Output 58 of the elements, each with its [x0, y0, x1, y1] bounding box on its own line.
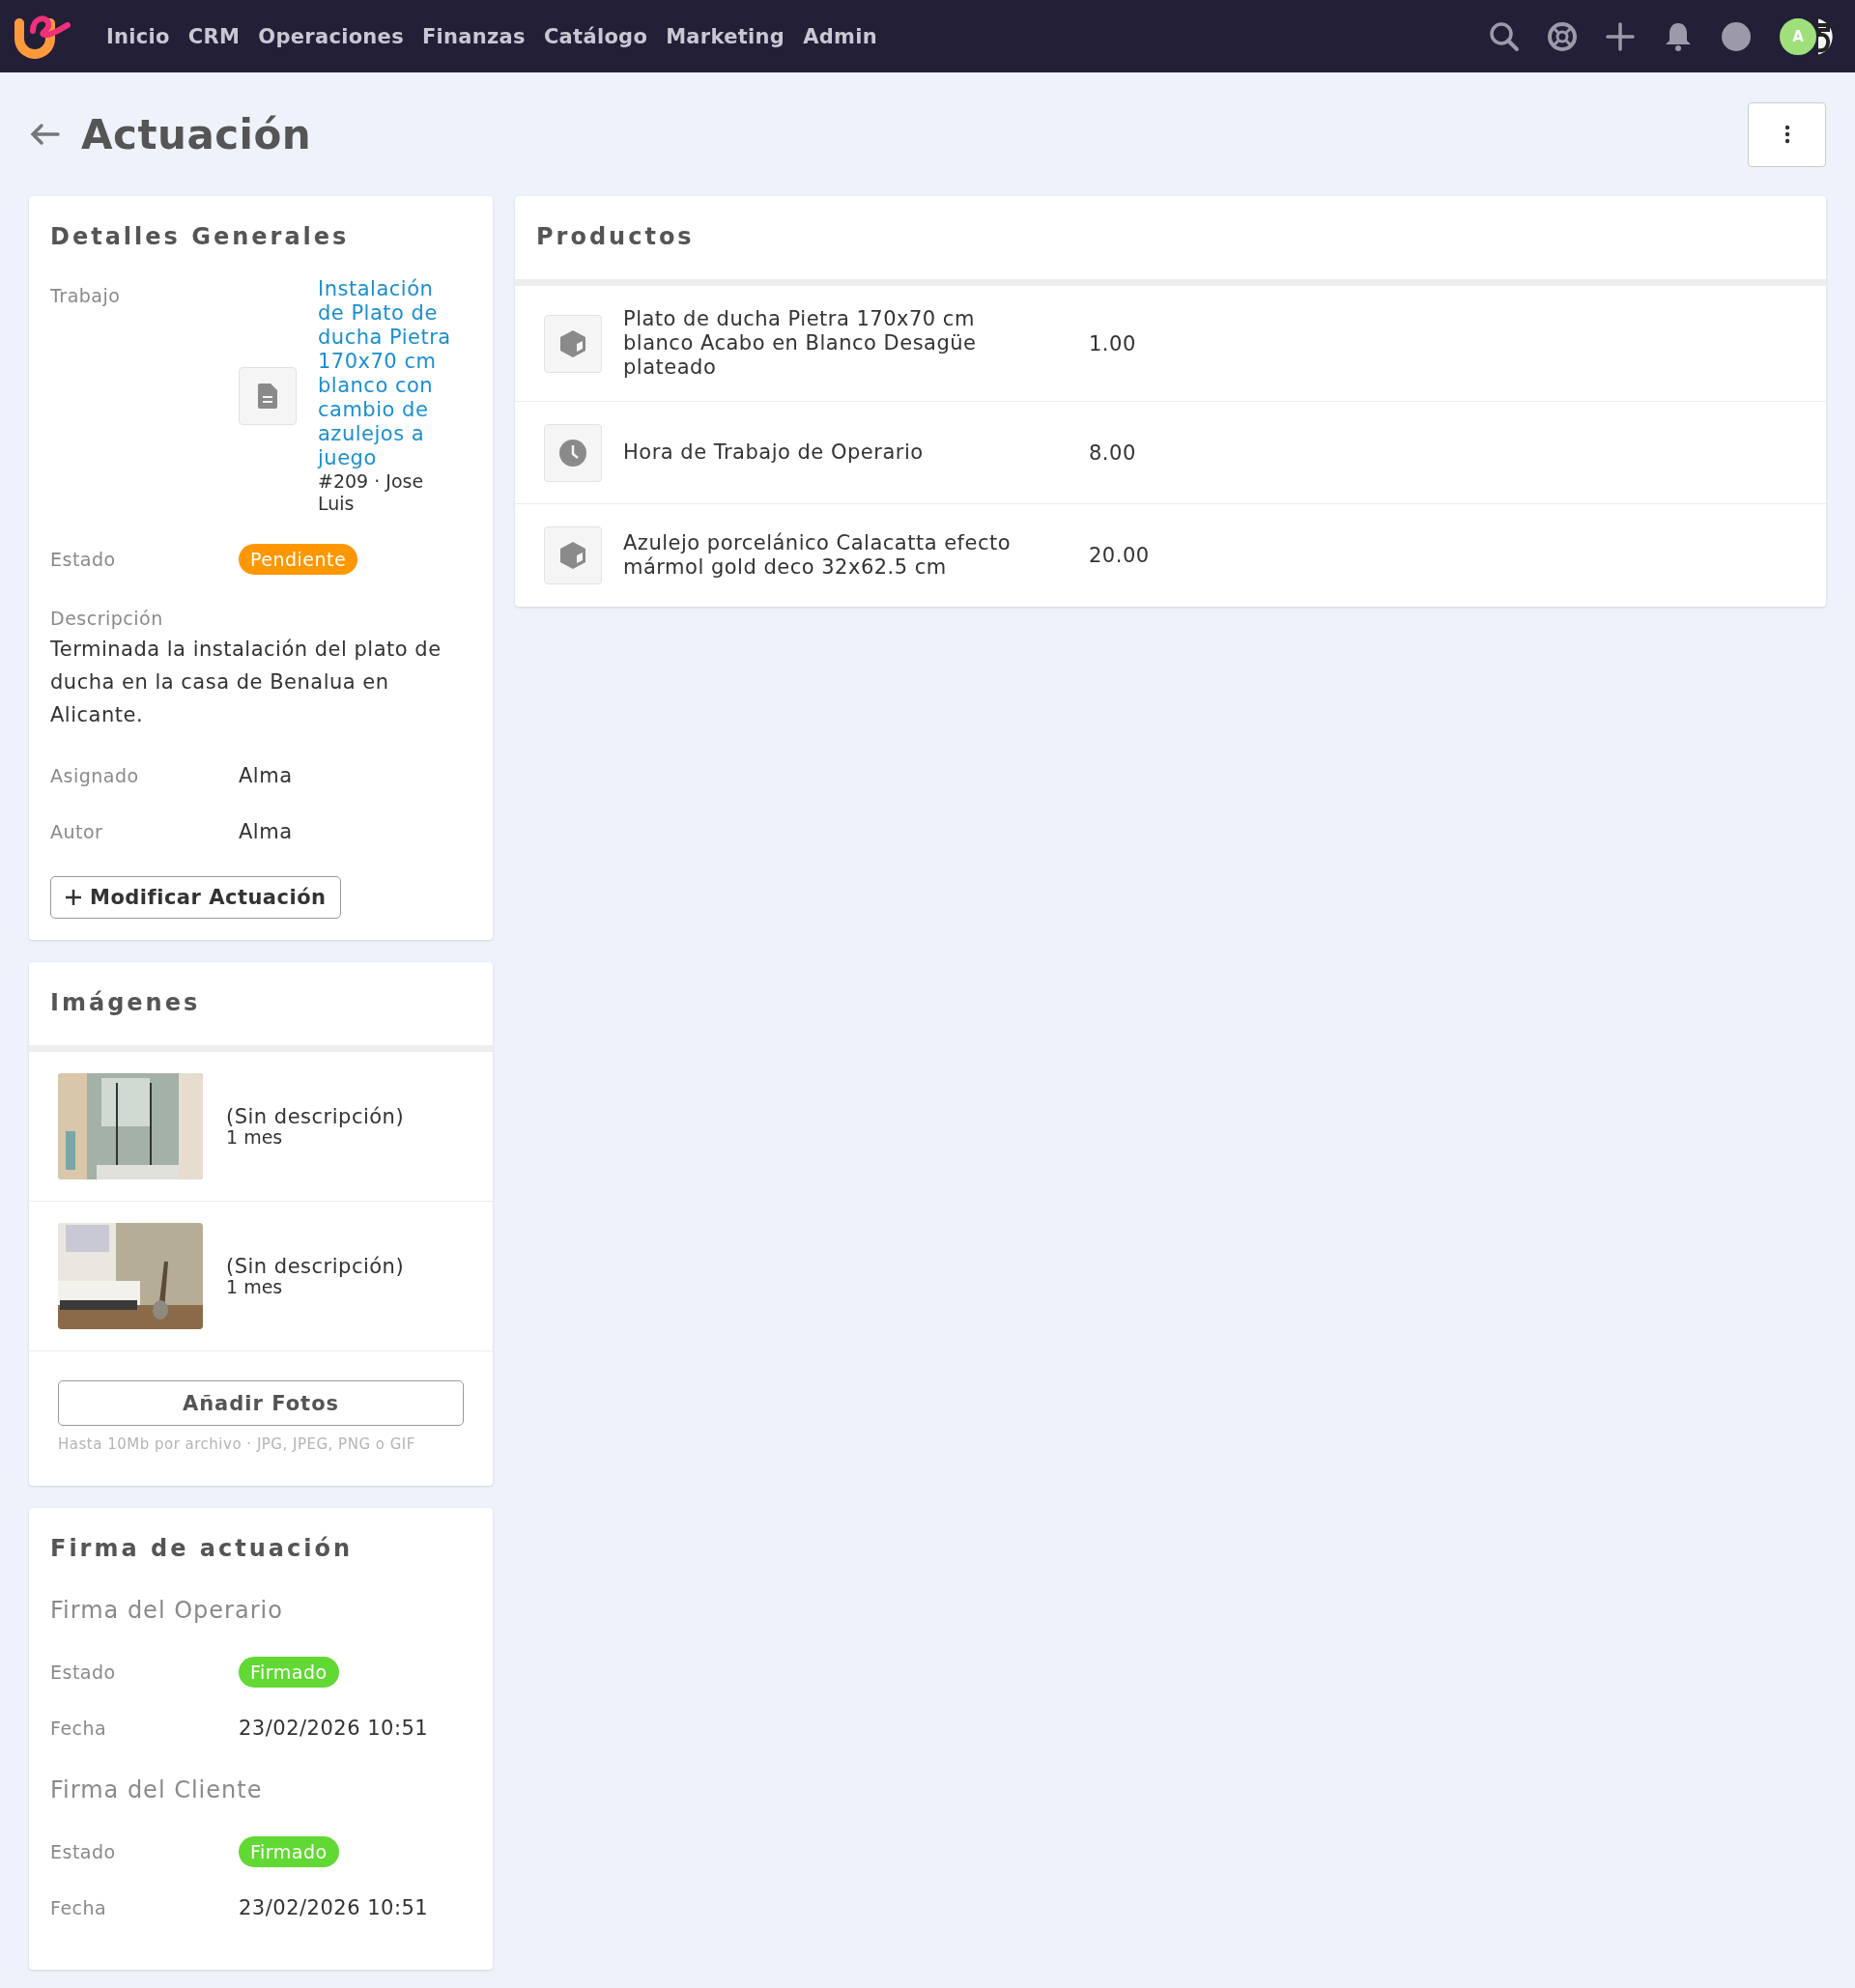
signature-subtitle: Firma del Operario [50, 1597, 284, 1624]
job-meta: #209 · Jose Luis [318, 470, 425, 515]
product-quantity: 20.00 [1089, 544, 1151, 567]
document-icon [258, 383, 277, 409]
card-title: Productos [515, 196, 1826, 286]
field-value: 23/02/2026 10:51 [239, 1896, 430, 1919]
field-label: Estado [50, 1841, 117, 1862]
image-description: (Sin descripción) [226, 1106, 405, 1127]
search-icon[interactable] [1488, 19, 1521, 53]
image-age: 1 mes [226, 1277, 283, 1296]
job-link[interactable]: Instalación de Plato de ducha Pietra 170x70 cm blanco con cambio de azulejos a juego [318, 277, 463, 470]
plus-icon [65, 889, 82, 906]
card-title: Detalles Generales [49, 222, 351, 252]
nav-link[interactable]: CRM [187, 24, 241, 48]
lifebuoy-icon[interactable] [1546, 19, 1579, 53]
upload-hint: Hasta 10Mb por archivo · JPG, JPEG, PNG o GIF [58, 1435, 416, 1453]
status-circle-icon[interactable] [1720, 19, 1753, 53]
cube-icon [560, 542, 585, 569]
field-label: Trabajo [50, 285, 122, 306]
field-label: Estado [50, 549, 117, 570]
product-name: Azulejo porcelánico Calacatta efecto mármol gold deco 32x62.5 cm [623, 531, 1013, 580]
field-value: 23/02/2026 10:51 [239, 1717, 430, 1740]
image-description: (Sin descripción) [226, 1256, 405, 1277]
product-name: Hora de Trabajo de Operario [623, 440, 925, 465]
product-name: Plato de ducha Pietra 170x70 cm blanco Acabo en Blanco Desagüe plateado [623, 307, 978, 380]
modify-button[interactable]: Modificar Actuación [50, 876, 341, 919]
field-label: Estado [50, 1661, 117, 1683]
back-arrow-icon[interactable] [29, 123, 60, 146]
signature-subtitle: Firma del Cliente [50, 1776, 264, 1803]
field-label: Autor [50, 821, 104, 842]
card-title: Firma de actuación [49, 1534, 355, 1564]
more-vertical-icon [1784, 125, 1790, 144]
product-quantity: 8.00 [1089, 440, 1137, 465]
product-quantity: 1.00 [1089, 331, 1137, 355]
field-label: Fecha [50, 1718, 108, 1739]
nav-link[interactable]: Admin [803, 24, 877, 48]
field-label: Asignado [50, 765, 140, 786]
field-value: Alma [239, 764, 294, 787]
nav-link[interactable]: Inicio [106, 24, 170, 48]
description-text: Terminada la instalación del plato de ducha en la casa de Benalua en Alicante. [50, 637, 442, 728]
nav-link[interactable]: Operaciones [258, 24, 404, 48]
field-value: Alma [239, 820, 294, 843]
image-age: 1 mes [226, 1127, 283, 1147]
nav-link[interactable]: Catálogo [543, 24, 648, 48]
card-title: Imágenes [29, 962, 493, 1052]
status-badge: Pendiente [239, 544, 358, 575]
plus-icon[interactable] [1604, 19, 1637, 53]
nav-link[interactable]: Marketing [666, 24, 785, 48]
cube-icon [560, 329, 585, 357]
company-logo-icon[interactable] [1818, 16, 1836, 56]
clock-icon [559, 439, 586, 467]
page-title: Actuación [81, 110, 312, 158]
status-badge: Firmado [239, 1657, 339, 1688]
status-badge: Firmado [239, 1836, 339, 1867]
field-label: Descripción [50, 608, 163, 629]
nav-link[interactable]: Finanzas [421, 24, 526, 48]
field-label: Fecha [50, 1897, 108, 1918]
add-photos-button[interactable]: Añadir Fotos [58, 1380, 464, 1426]
